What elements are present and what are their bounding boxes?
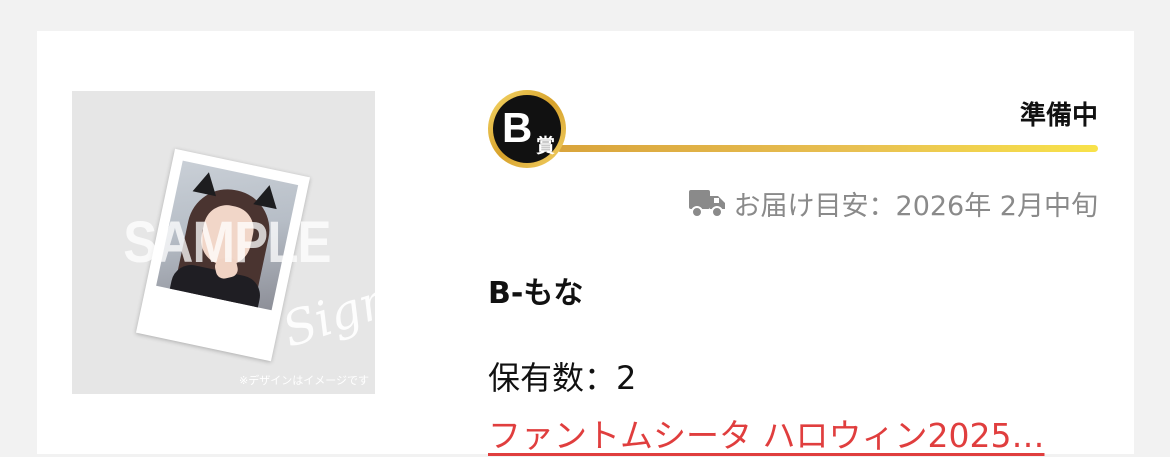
image-caption: ※デザインはイメージです [239, 374, 369, 387]
prize-card: SAMPLE Sign ※デザインはイメージです B 賞 準備中 お届け目安：2… [37, 31, 1134, 457]
delivery-estimate: お届け目安：2026年 2月中旬 [688, 183, 1098, 223]
prize-rank-badge: B 賞 [488, 90, 566, 168]
badge-suffix: 賞 [536, 135, 556, 157]
badge-letter: B [502, 104, 533, 151]
event-link[interactable]: ファントムシータ ハロウィン2025… [488, 409, 1098, 457]
sign-text: Sign [276, 271, 375, 359]
status-badge: 準備中 [1019, 101, 1098, 131]
truck-icon [688, 190, 725, 218]
prize-rank-line [557, 145, 1098, 152]
sample-watermark: SAMPLE [123, 210, 331, 275]
prize-name: B-もな [488, 276, 584, 311]
delivery-text: お届け目安：2026年 2月中旬 [733, 190, 1098, 222]
prize-image[interactable]: SAMPLE Sign ※デザインはイメージです [72, 91, 375, 394]
holdings-count: 保有数：2 [488, 359, 637, 397]
